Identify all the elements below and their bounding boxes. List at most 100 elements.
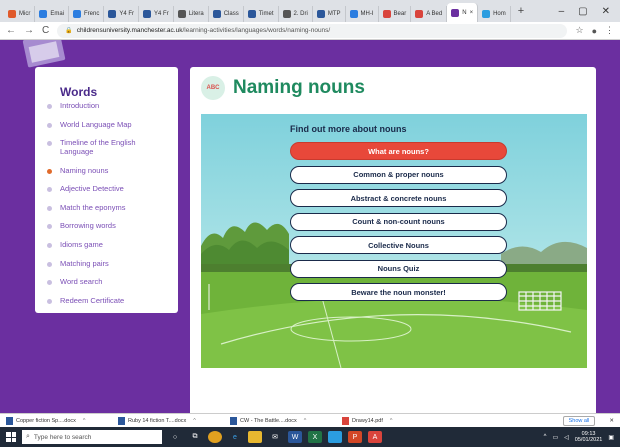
maximize-button[interactable]: ▢ bbox=[578, 6, 587, 17]
taskbar-search-input[interactable]: ⌕ Type here to search bbox=[22, 430, 162, 444]
bullet-dot-icon bbox=[47, 104, 52, 109]
new-tab-button[interactable]: + bbox=[512, 5, 530, 17]
browser-tab[interactable]: 2. Dri bbox=[279, 6, 313, 22]
show-all-downloads-button[interactable]: Show all bbox=[562, 415, 596, 426]
browser-tab[interactable]: Class bbox=[209, 6, 244, 22]
minimize-button[interactable]: – bbox=[559, 6, 565, 17]
url-host: childrensuniversity.manchester.ac.uk bbox=[76, 27, 183, 34]
browser-tab-bar: Micr Emai Frenc Y4 Fr Y4 Fr Litera Class Timet 2… bbox=[0, 0, 620, 22]
sidebar-item[interactable]: Introduction bbox=[47, 101, 168, 111]
browser-tab[interactable]: MH-I bbox=[346, 6, 379, 22]
chevron-up-icon[interactable]: ^ bbox=[304, 418, 307, 424]
powerpoint-icon[interactable]: P bbox=[348, 431, 362, 443]
sidebar-item-label: Word search bbox=[60, 277, 103, 287]
sidebar-item[interactable]: Idioms game bbox=[47, 240, 168, 250]
sidebar-item[interactable]: Redeem Certificate bbox=[47, 296, 168, 306]
tab-label: Micr bbox=[19, 11, 31, 17]
download-item-label: Ruby 14 fiction T....docx bbox=[128, 417, 187, 424]
sidebar-item[interactable]: World Language Map bbox=[47, 119, 168, 130]
chevron-up-icon[interactable]: ^ bbox=[193, 418, 196, 424]
sidebar-item[interactable]: Word search bbox=[47, 278, 168, 287]
browser-tab[interactable]: Hom bbox=[478, 6, 511, 22]
tab-label: A Bed bbox=[426, 11, 443, 17]
tab-favicon-icon bbox=[212, 10, 221, 18]
tab-favicon-icon bbox=[108, 10, 117, 18]
tab-close-icon[interactable]: × bbox=[470, 10, 474, 16]
notifications-icon[interactable]: ▣ bbox=[608, 434, 614, 441]
browser-tab[interactable]: Y4 Fr bbox=[139, 6, 174, 22]
browser-tab[interactable]: Bear bbox=[379, 6, 412, 22]
tab-label: Bear bbox=[393, 11, 407, 17]
noun-topic-button[interactable]: Count & non-count nouns bbox=[290, 212, 507, 231]
close-window-button[interactable]: ✕ bbox=[602, 6, 610, 17]
browser-tab[interactable]: Emai bbox=[35, 6, 70, 22]
noun-topic-button[interactable]: What are nouns? bbox=[290, 142, 507, 160]
tab-favicon-icon bbox=[382, 10, 391, 18]
download-item[interactable]: Drawy14.pdf ^ bbox=[342, 416, 432, 425]
back-icon[interactable]: ← bbox=[6, 25, 16, 36]
sidebar-item[interactable]: Borrowing words bbox=[47, 222, 168, 231]
browser-tab[interactable]: Timet bbox=[244, 6, 279, 22]
chevron-up-icon[interactable]: ^ bbox=[83, 418, 86, 424]
sidebar-item[interactable]: Matching pairs bbox=[47, 259, 168, 269]
download-item[interactable]: Ruby 14 fiction T....docx ^ bbox=[118, 416, 208, 425]
url-input[interactable]: 🔒 childrensuniversity.manchester.ac.uk/l… bbox=[57, 23, 568, 38]
sidebar-item[interactable]: Adjective Detective bbox=[47, 184, 168, 194]
bullet-dot-icon bbox=[47, 224, 52, 230]
title-row: ABC Naming nouns bbox=[201, 76, 365, 100]
paint-icon[interactable] bbox=[328, 431, 342, 443]
tab-label: Class bbox=[223, 11, 239, 17]
browser-tab[interactable]: Micr bbox=[4, 6, 36, 22]
noun-topic-button[interactable]: Common & proper nouns bbox=[290, 165, 507, 184]
menu-icon[interactable]: ⋮ bbox=[605, 25, 614, 36]
download-item[interactable]: CW - The Battle....docx ^ bbox=[230, 416, 320, 425]
bullet-dot-icon bbox=[47, 205, 52, 211]
excel-icon[interactable]: X bbox=[308, 431, 322, 443]
tab-favicon-icon bbox=[451, 8, 460, 17]
tab-label: Timet bbox=[258, 11, 274, 17]
mail-icon[interactable]: ✉ bbox=[268, 431, 282, 443]
tab-label: Y4 Fr bbox=[154, 11, 169, 17]
file-explorer-icon[interactable] bbox=[248, 431, 262, 443]
noun-topic-button[interactable]: Collective Nouns bbox=[290, 236, 507, 254]
chrome-icon[interactable] bbox=[208, 431, 222, 443]
windows-start-icon[interactable] bbox=[6, 432, 16, 442]
profile-icon[interactable]: ● bbox=[592, 26, 597, 36]
forward-icon[interactable]: → bbox=[24, 25, 34, 36]
browser-tab[interactable]: MTP bbox=[313, 6, 346, 22]
bullet-dot-icon bbox=[47, 261, 52, 267]
browser-tab[interactable]: Litera bbox=[174, 6, 209, 22]
word-file-icon bbox=[6, 416, 13, 425]
task-view-icon[interactable]: ⧉ bbox=[188, 431, 202, 443]
taskbar-search-placeholder: Type here to search bbox=[33, 433, 92, 441]
noun-topic-button[interactable]: Beware the noun monster! bbox=[290, 283, 507, 301]
noun-topic-button[interactable]: Abstract & concrete nouns bbox=[290, 189, 507, 207]
bookmark-star-icon[interactable]: ☆ bbox=[575, 25, 583, 36]
tab-label: 2. Dri bbox=[293, 11, 308, 17]
sidebar-item-label: Adjective Detective bbox=[60, 184, 124, 194]
edge-icon[interactable]: e bbox=[228, 431, 242, 443]
tray-arrow-icon[interactable]: ^ bbox=[544, 434, 547, 440]
browser-tab[interactable]: Frenc bbox=[69, 6, 105, 22]
sidebar-item-label: World Language Map bbox=[60, 119, 132, 129]
network-icon[interactable]: ▭ bbox=[553, 434, 559, 441]
sidebar-item[interactable]: Match the eponyms bbox=[47, 203, 168, 213]
noun-topic-button[interactable]: Nouns Quiz bbox=[290, 259, 507, 278]
sidebar-item[interactable]: Timeline of the English Language bbox=[47, 138, 168, 156]
chevron-up-icon[interactable]: ^ bbox=[390, 418, 393, 424]
volume-icon[interactable]: ◁ bbox=[564, 434, 569, 441]
download-item-label: Copper fiction Sp....docx bbox=[16, 417, 76, 424]
lock-icon: 🔒 bbox=[65, 28, 73, 34]
close-downloads-button[interactable]: ✕ bbox=[603, 418, 620, 424]
browser-tab[interactable]: Y4 Fr bbox=[104, 6, 140, 22]
download-item[interactable]: Copper fiction Sp....docx ^ bbox=[6, 416, 96, 425]
acrobat-icon[interactable]: A bbox=[368, 431, 382, 443]
clock[interactable]: 09:13 05/01/2021 bbox=[575, 431, 603, 443]
reload-icon[interactable]: C bbox=[42, 25, 49, 36]
sidebar-item[interactable]: Naming nouns bbox=[47, 166, 168, 176]
browser-tab[interactable]: N × bbox=[447, 3, 479, 22]
word-icon[interactable]: W bbox=[288, 431, 302, 443]
browser-tab[interactable]: A Bed bbox=[411, 6, 448, 22]
tab-favicon-icon bbox=[247, 10, 256, 18]
cortana-icon[interactable]: ○ bbox=[168, 431, 182, 443]
